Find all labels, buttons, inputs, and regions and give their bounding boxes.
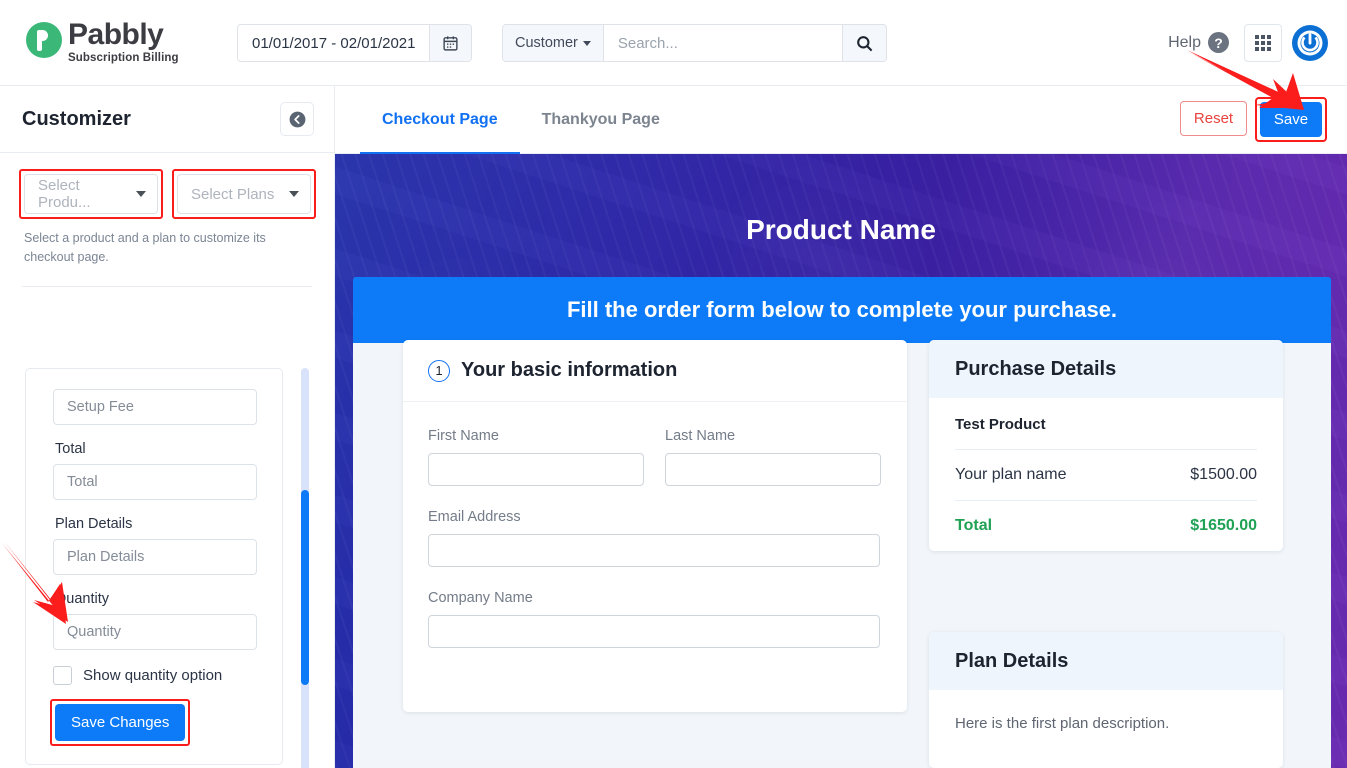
calendar-icon[interactable] — [429, 25, 472, 61]
search-button[interactable] — [841, 25, 886, 61]
basic-information-body: First Name Last Name Email Address Compa… — [403, 402, 907, 648]
chevron-left-circle-icon — [289, 111, 305, 127]
plan-select[interactable]: Select Plans — [177, 174, 311, 214]
selector-hint-text: Select a product and a plan to customize… — [24, 231, 266, 265]
purchase-plan-label: Your plan name — [955, 466, 1067, 483]
show-quantity-checkbox[interactable] — [53, 666, 72, 685]
logo-tagline: Subscription Billing — [68, 52, 179, 64]
tab-checkout-page-label: Checkout Page — [382, 111, 498, 128]
pabbly-logo-icon — [26, 22, 62, 58]
last-name-label: Last Name — [665, 428, 736, 444]
plan-select-label: Select Plans — [191, 185, 275, 203]
preview-product-name: Product Name — [746, 214, 936, 245]
last-name-group: Last Name — [665, 428, 881, 486]
save-button-highlight: Save — [1255, 97, 1327, 142]
help-label: Help — [1168, 33, 1201, 51]
company-group: Company Name — [428, 590, 882, 648]
logo-brand-name: Pabbly — [68, 18, 164, 51]
date-range-picker[interactable]: 01/01/2017 - 02/01/2021 — [237, 24, 473, 62]
email-input[interactable] — [428, 534, 880, 567]
show-quantity-label: Show quantity option — [83, 667, 223, 684]
chevron-down-icon — [136, 191, 146, 197]
product-select-highlight: Select Produ... — [19, 169, 163, 219]
app-logo[interactable]: Pabbly Subscription Billing — [26, 20, 179, 65]
purchase-plan-price: $1500.00 — [1190, 466, 1257, 483]
checkout-page-preview: Product Name Fill the order form below t… — [335, 154, 1347, 768]
reset-button[interactable]: Reset — [1180, 101, 1247, 136]
apps-grid-button[interactable] — [1244, 24, 1282, 62]
sidebar-header: Customizer — [0, 86, 334, 153]
company-label: Company Name — [428, 590, 533, 606]
email-group: Email Address — [428, 509, 882, 567]
first-name-input[interactable] — [428, 453, 644, 486]
purchase-total-price: $1650.00 — [1190, 517, 1257, 534]
sidebar-scroll-area: Setup Fee Total Total Plan Details Plan … — [0, 283, 334, 768]
plan-details-description: Here is the first plan description. — [955, 715, 1170, 732]
purchase-plan-row: Your plan name $1500.00 — [955, 450, 1257, 500]
total-field-block: Total Total — [26, 441, 282, 500]
sidebar-collapse-button[interactable] — [280, 102, 314, 136]
chevron-down-icon — [289, 191, 299, 197]
save-changes-highlight: Save Changes — [50, 699, 191, 746]
tab-checkout-page[interactable]: Checkout Page — [360, 86, 520, 155]
page-tab-bar: Checkout Page Thankyou Page Reset Save — [335, 86, 1347, 155]
first-name-label: First Name — [428, 428, 499, 444]
purchase-details-title: Purchase Details — [929, 340, 1283, 398]
question-mark-icon: ? — [1208, 32, 1229, 53]
search-input[interactable] — [603, 25, 842, 61]
save-button[interactable]: Save — [1260, 102, 1322, 137]
total-field-label: Total — [55, 441, 86, 457]
purchase-total-row: Total $1650.00 — [955, 501, 1257, 551]
power-button[interactable] — [1290, 23, 1330, 63]
email-label: Email Address — [428, 509, 521, 525]
date-range-value: 01/01/2017 - 02/01/2021 — [252, 34, 416, 52]
top-navigation-bar: Pabbly Subscription Billing 01/01/2017 -… — [0, 0, 1347, 86]
basic-information-card: 1 Your basic information First Name Last… — [403, 340, 907, 712]
sidebar-title: Customizer — [22, 107, 131, 130]
search-scope-label: Customer — [515, 35, 578, 51]
plan-details-card: Plan Details Here is the first plan desc… — [929, 632, 1283, 768]
purchase-details-card: Purchase Details Test Product Your plan … — [929, 340, 1283, 551]
tab-thankyou-page[interactable]: Thankyou Page — [520, 86, 682, 154]
last-name-input[interactable] — [665, 453, 881, 486]
show-quantity-option-row: Show quantity option — [26, 666, 282, 685]
search-group: Customer — [502, 24, 887, 62]
tab-thankyou-page-label: Thankyou Page — [541, 111, 660, 128]
total-input[interactable]: Total — [53, 464, 257, 500]
search-scope-dropdown[interactable]: Customer — [503, 25, 604, 61]
preview-banner: Fill the order form below to complete yo… — [353, 277, 1331, 343]
basic-information-header: 1 Your basic information — [403, 340, 907, 402]
grid-apps-icon — [1255, 35, 1271, 51]
search-icon — [856, 35, 873, 51]
quantity-field-label: Quantity — [55, 591, 109, 607]
purchase-details-body: Test Product Your plan name $1500.00 Tot… — [929, 398, 1283, 551]
plan-details-input[interactable]: Plan Details — [53, 539, 257, 575]
save-changes-button[interactable]: Save Changes — [55, 704, 186, 741]
purchase-product-name: Test Product — [955, 416, 1046, 433]
customizer-sidebar: Customizer Select Produ... Select Plans — [0, 86, 335, 768]
setup-fee-field-block: Setup Fee — [26, 369, 282, 425]
product-select-label: Select Produ... — [38, 177, 91, 211]
plan-details-field-block: Plan Details Plan Details — [26, 516, 282, 575]
plan-details-title: Plan Details — [929, 632, 1283, 690]
name-row: First Name Last Name — [428, 428, 882, 509]
first-name-group: First Name — [428, 428, 644, 486]
setup-fee-input[interactable]: Setup Fee — [53, 389, 257, 425]
plan-select-highlight: Select Plans — [172, 169, 316, 219]
product-plan-selectors: Select Produ... Select Plans — [0, 153, 334, 219]
power-icon — [1292, 25, 1328, 61]
basic-information-title: Your basic information — [461, 359, 678, 381]
step-number-badge: 1 — [428, 359, 450, 382]
quantity-input[interactable]: Quantity — [53, 614, 257, 650]
sidebar-scrollbar-thumb[interactable] — [301, 490, 309, 685]
customizer-fields-panel: Setup Fee Total Total Plan Details Plan … — [25, 368, 283, 765]
product-select[interactable]: Select Produ... — [24, 174, 158, 214]
company-input[interactable] — [428, 615, 880, 648]
help-link[interactable]: Help ? — [1168, 32, 1229, 53]
quantity-field-block: Quantity Quantity — [26, 591, 282, 650]
tab-list: Checkout Page Thankyou Page — [360, 86, 682, 155]
chevron-down-icon — [582, 40, 591, 46]
purchase-total-label: Total — [955, 517, 993, 534]
plan-details-field-label: Plan Details — [55, 516, 133, 532]
